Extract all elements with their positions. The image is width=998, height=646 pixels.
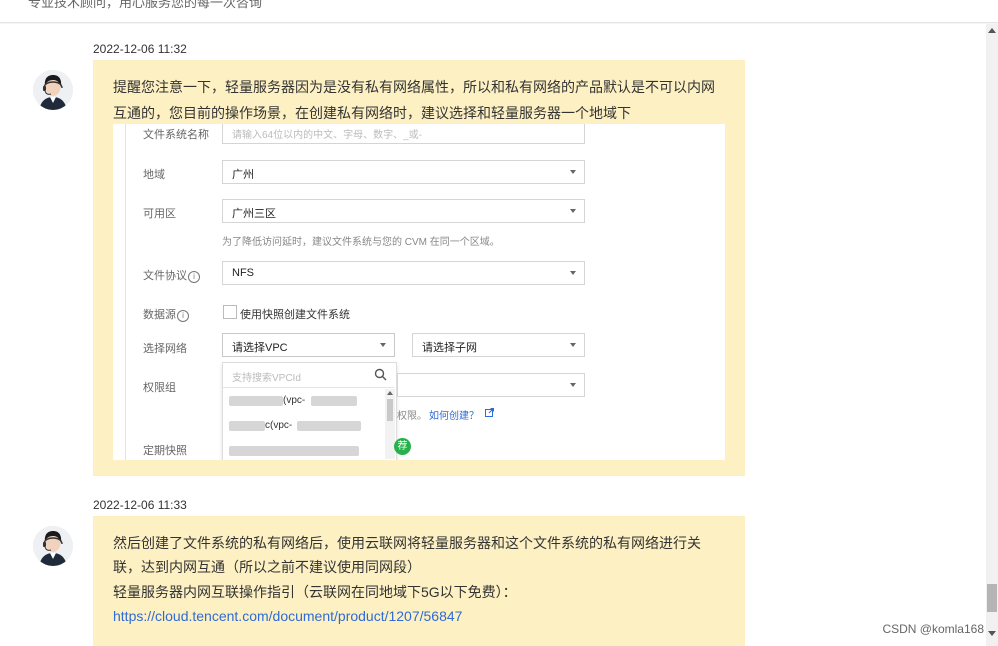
vpc-search-input[interactable]: 支持搜索VPCId — [223, 363, 394, 388]
info-icon[interactable]: i — [188, 271, 200, 283]
chevron-up-icon[interactable] — [387, 391, 393, 395]
external-link-icon[interactable] — [485, 408, 494, 417]
agent-avatar-icon — [33, 526, 73, 566]
watermark: CSDN @komla168 — [882, 622, 984, 636]
redacted-text — [311, 396, 357, 406]
search-icon[interactable] — [374, 368, 387, 381]
message-line: 联，达到内网互通（所以之前不建议使用同网段） — [113, 559, 421, 575]
vpc-option-text: c(vpc- — [265, 420, 293, 431]
message-line: 轻量服务器内网互联操作指引（云联网在同地域下5G以下免费）： — [113, 584, 517, 600]
scroll-thumb[interactable] — [987, 584, 997, 612]
avatar — [33, 70, 73, 110]
message-line: 提醒您注意一下，轻量服务器因为是没有私有网络属性，所以和私有网络的产品默认是不可… — [113, 79, 715, 95]
scroll-down-icon[interactable] — [988, 631, 996, 636]
region-select[interactable]: 广州 — [222, 160, 585, 184]
top-bar: 专业技术顾问，用心服务您的每一次咨询 — [0, 0, 998, 23]
network-label: 选择网络 — [143, 343, 187, 355]
vpc-value: 请选择VPC — [232, 342, 288, 354]
doc-link[interactable]: https://cloud.tencent.com/document/produ… — [113, 608, 462, 624]
region-label: 地域 — [143, 169, 165, 181]
chevron-down-icon — [570, 343, 576, 347]
redacted-text — [229, 396, 283, 406]
permission-hint: 权限。 — [397, 411, 427, 422]
agent-avatar-icon — [33, 70, 73, 110]
message-line: 互通的，您目前的操作场景，在创建私有网络时，建议选择和轻量服务器一个地域下 — [113, 105, 631, 121]
chat-panel: 2022-12-06 11:32 提醒您注意一下，轻量服务器因为是没有私有网络属… — [0, 24, 986, 646]
message-line: 然后创建了文件系统的私有网络后，使用云联网将轻量服务器和这个文件系统的私有网络进… — [113, 535, 701, 551]
chevron-down-icon — [570, 209, 576, 213]
vpc-dropdown: 支持搜索VPCId (vpc- c(vpc- — [222, 362, 397, 460]
permission-select[interactable] — [397, 373, 585, 397]
zone-hint: 为了降低访问延时，建议文件系统与您的 CVM 在同一个区域。 — [222, 237, 500, 248]
fs-name-label: 文件系统名称 — [143, 129, 209, 141]
page-scrollbar[interactable] — [986, 24, 998, 646]
how-create-link[interactable]: 如何创建？ — [429, 407, 479, 422]
chevron-down-icon — [380, 343, 386, 347]
datasource-label: 数据源 — [143, 309, 176, 321]
message-bubble: 提醒您注意一下，轻量服务器因为是没有私有网络属性，所以和私有网络的产品默认是不可… — [93, 60, 745, 476]
fs-name-placeholder: 请输入64位以内的中文、字母、数字、_或- — [232, 130, 423, 141]
datasource-label-wrap: 数据源 i — [143, 306, 189, 322]
redacted-text — [229, 446, 359, 456]
protocol-label-wrap: 文件协议 i — [143, 267, 200, 283]
protocol-value: NFS — [232, 267, 254, 279]
message-timestamp: 2022-12-06 11:32 — [93, 42, 187, 56]
vpc-option[interactable] — [223, 441, 383, 460]
message-bubble: 然后创建了文件系统的私有网络后，使用云联网将轻量服务器和这个文件系统的私有网络进… — [93, 516, 745, 646]
subnet-select[interactable]: 请选择子网 — [412, 333, 585, 357]
vpc-option[interactable]: (vpc- — [223, 391, 383, 413]
protocol-select[interactable]: NFS — [222, 261, 585, 285]
redacted-text — [297, 421, 361, 431]
shot-divider — [125, 124, 126, 460]
vpc-select[interactable]: 请选择VPC — [222, 333, 395, 357]
recommend-badge: 荐 — [394, 438, 411, 455]
redacted-text — [229, 421, 265, 431]
avatar — [33, 526, 73, 566]
snapshot-checkbox[interactable] — [223, 305, 237, 319]
vpc-option[interactable]: c(vpc- — [223, 416, 383, 438]
chevron-down-icon — [570, 170, 576, 174]
protocol-label: 文件协议 — [143, 270, 187, 282]
embedded-screenshot: 文件系统名称 请输入64位以内的中文、字母、数字、_或- 地域 广州 可用区 广… — [113, 124, 725, 460]
chevron-down-icon — [570, 383, 576, 387]
vpc-option-text: (vpc- — [283, 395, 306, 406]
permission-label: 权限组 — [143, 382, 176, 394]
fs-name-input[interactable]: 请输入64位以内的中文、字母、数字、_或- — [222, 124, 585, 144]
message-link-wrap: https://cloud.tencent.com/document/produ… — [113, 603, 462, 629]
subnet-value: 请选择子网 — [422, 342, 477, 354]
chevron-down-icon — [570, 271, 576, 275]
scroll-up-icon[interactable] — [988, 28, 996, 33]
message-timestamp: 2022-12-06 11:33 — [93, 498, 187, 512]
region-value: 广州 — [232, 169, 254, 181]
vpc-search-placeholder: 支持搜索VPCId — [232, 373, 301, 384]
dropdown-scroll-thumb[interactable] — [387, 399, 393, 421]
zone-label: 可用区 — [143, 208, 176, 220]
snapshot-checkbox-label: 使用快照创建文件系统 — [240, 309, 350, 321]
info-icon[interactable]: i — [177, 310, 189, 322]
zone-value: 广州三区 — [232, 208, 276, 220]
zone-select[interactable]: 广州三区 — [222, 199, 585, 223]
top-bar-text: 专业技术顾问，用心服务您的每一次咨询 — [28, 0, 263, 10]
snapshot-label: 定期快照 — [143, 445, 187, 457]
